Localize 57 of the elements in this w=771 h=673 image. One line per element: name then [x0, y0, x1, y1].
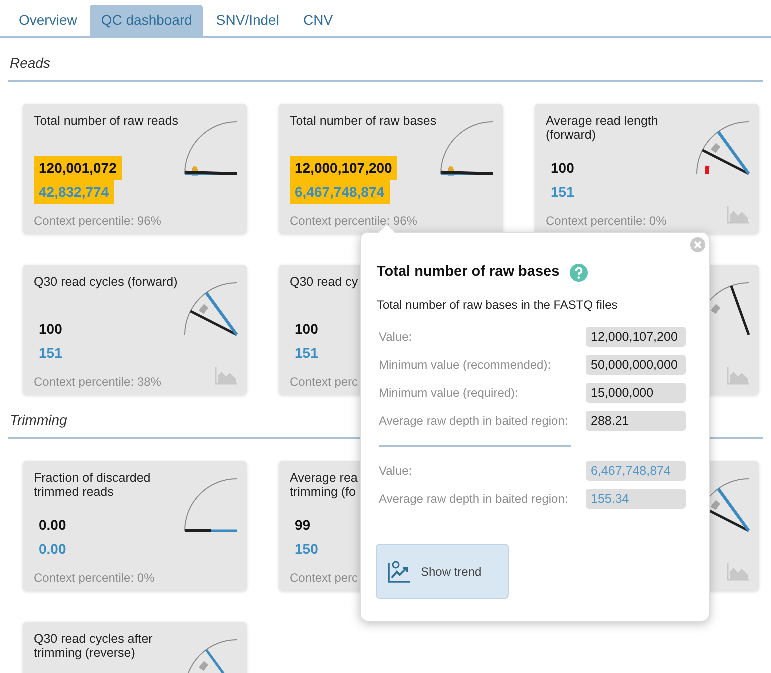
- card-title: Fraction of discarded trimmed reads: [34, 471, 152, 499]
- metric-value: 120,001,072: [34, 156, 122, 180]
- comparison-value: 151: [38, 344, 64, 363]
- metric-value: 100: [550, 159, 576, 178]
- popover-description: Total number of raw bases in the FASTQ files: [377, 297, 618, 314]
- area-chart-icon[interactable]: [727, 563, 749, 581]
- field-value: 288.21: [586, 411, 686, 431]
- help-icon[interactable]: [570, 264, 588, 282]
- trend-icon: [387, 560, 411, 584]
- area-chart-icon[interactable]: [215, 367, 237, 385]
- metric-value: 100: [38, 320, 64, 339]
- area-chart-icon[interactable]: [727, 206, 749, 224]
- section-heading: Reads: [9, 55, 50, 71]
- context-percentile: Context percentile: 96%: [34, 214, 162, 228]
- comparison-value: 42,832,774: [34, 180, 114, 204]
- tab[interactable]: QC dashboard: [90, 5, 204, 36]
- card-title: Q30 read cy: [290, 275, 358, 289]
- card-title: Q30 read cycles (forward): [34, 275, 178, 289]
- area-chart-icon[interactable]: [727, 367, 749, 385]
- metric-value: 12,000,107,200: [290, 156, 398, 180]
- comparison-value: 151: [550, 183, 576, 202]
- field-label: Value:: [379, 329, 414, 346]
- context-percentile: Context percentile: 96%: [290, 214, 418, 228]
- field-value: 50,000,000,000: [586, 355, 686, 375]
- comparison-value: 151: [294, 344, 320, 363]
- comparison-value: 6,467,748,874: [290, 180, 390, 204]
- metric-value: 100: [294, 320, 320, 339]
- card-title: Total number of raw reads: [34, 114, 179, 128]
- card-title: Average rea trimming (fo: [290, 471, 358, 499]
- field-label: Minimum value (recommended):: [379, 357, 552, 374]
- field-value: 15,000,000: [586, 383, 686, 403]
- field-label: Average raw depth in baited region:: [379, 413, 570, 430]
- card-title: Q30 read cycles after trimming (reverse): [34, 632, 154, 660]
- context-percentile: Context perc: [290, 375, 358, 389]
- field-value: 155.34: [586, 489, 686, 509]
- card-title: Average read length (forward): [546, 114, 660, 142]
- context-percentile: Context percentile: 38%: [34, 375, 162, 389]
- comparison-value: 150: [294, 540, 320, 559]
- context-percentile: Context percentile: 0%: [546, 214, 667, 228]
- tab[interactable]: Overview: [8, 5, 88, 36]
- section-heading: Trimming: [9, 412, 68, 428]
- field-label: Minimum value (required):: [379, 385, 520, 402]
- metric-value: 99: [294, 516, 312, 535]
- show-trend-button[interactable]: Show trend: [376, 544, 509, 599]
- close-icon[interactable]: [690, 237, 706, 253]
- field-label: Average raw depth in baited region:: [379, 491, 570, 508]
- field-value: 6,467,748,874: [586, 461, 686, 481]
- metric-value: 0.00: [38, 516, 68, 535]
- popover-title: Total number of raw bases: [377, 263, 560, 282]
- comparison-value: 0.00: [38, 540, 68, 559]
- field-label: Value:: [379, 463, 414, 480]
- tab[interactable]: CNV: [292, 5, 344, 36]
- field-value: 12,000,107,200: [586, 327, 686, 347]
- card-title: Total number of raw bases: [290, 114, 437, 128]
- context-percentile: Context percentile: 0%: [34, 571, 155, 585]
- tab[interactable]: SNV/Indel: [205, 5, 290, 36]
- context-percentile: Context perc: [290, 571, 358, 585]
